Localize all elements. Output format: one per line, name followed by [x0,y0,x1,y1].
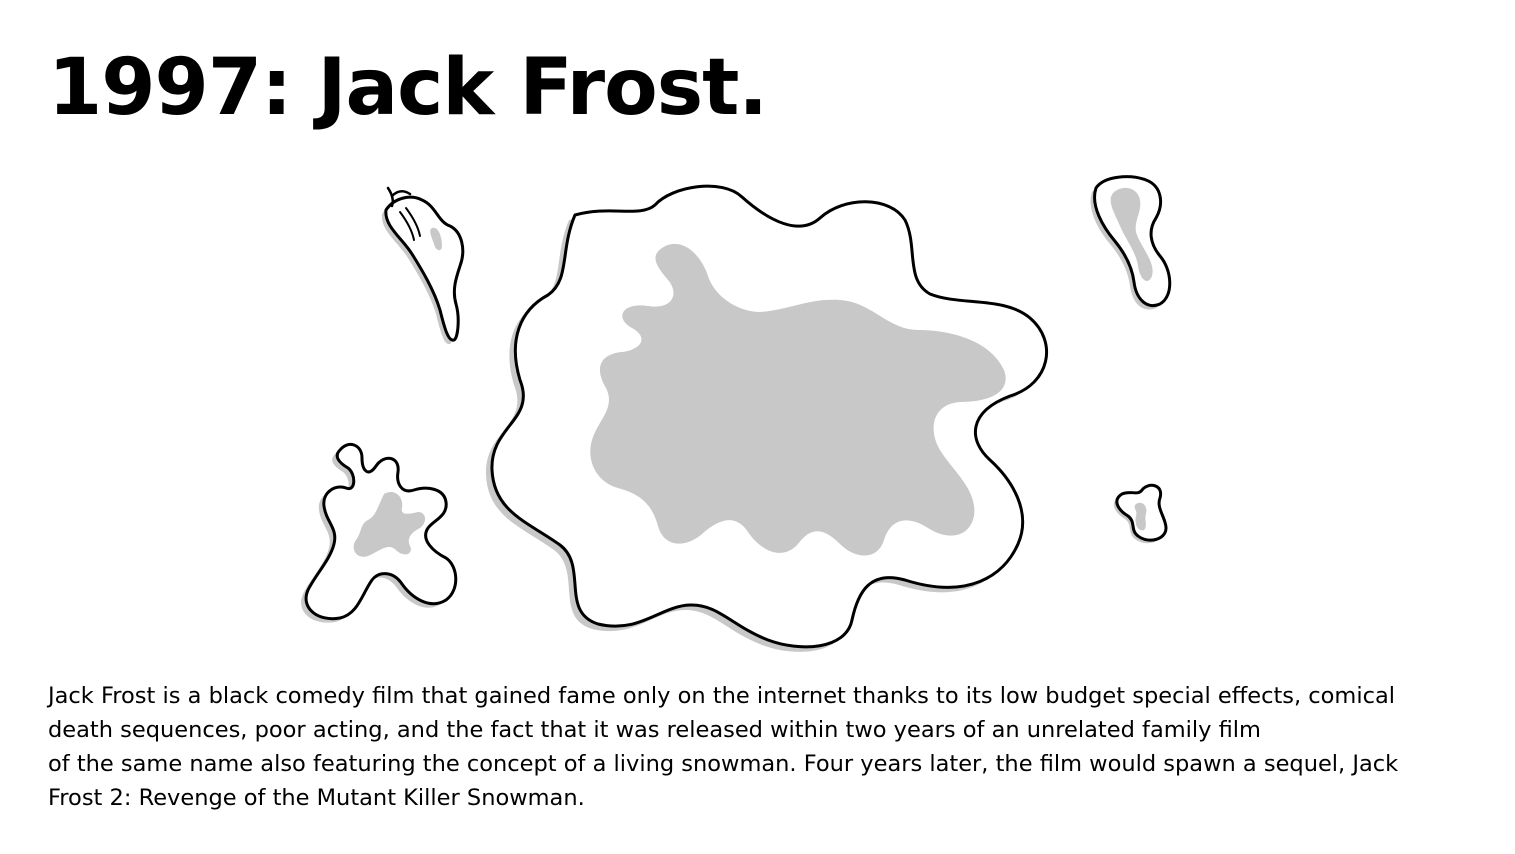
upper-left-splash-outline [384,195,465,342]
lower-right-splash [1113,483,1168,544]
upper-right-splash [1090,175,1172,310]
caption-line: of the same name also featuring the conc… [48,751,1399,777]
caption-line: Jack Frost is a black comedy film that g… [48,683,1396,709]
caption-line: Frost 2: Revenge of the Mutant Killer Sn… [48,785,585,811]
caption-line: death sequences, poor acting, and the fa… [48,717,1261,743]
upper-left-splash [381,186,465,345]
slide-caption: Jack Frost is a black comedy film that g… [48,679,1468,815]
main-puddle [485,184,1049,652]
lower-left-splash [301,442,458,623]
